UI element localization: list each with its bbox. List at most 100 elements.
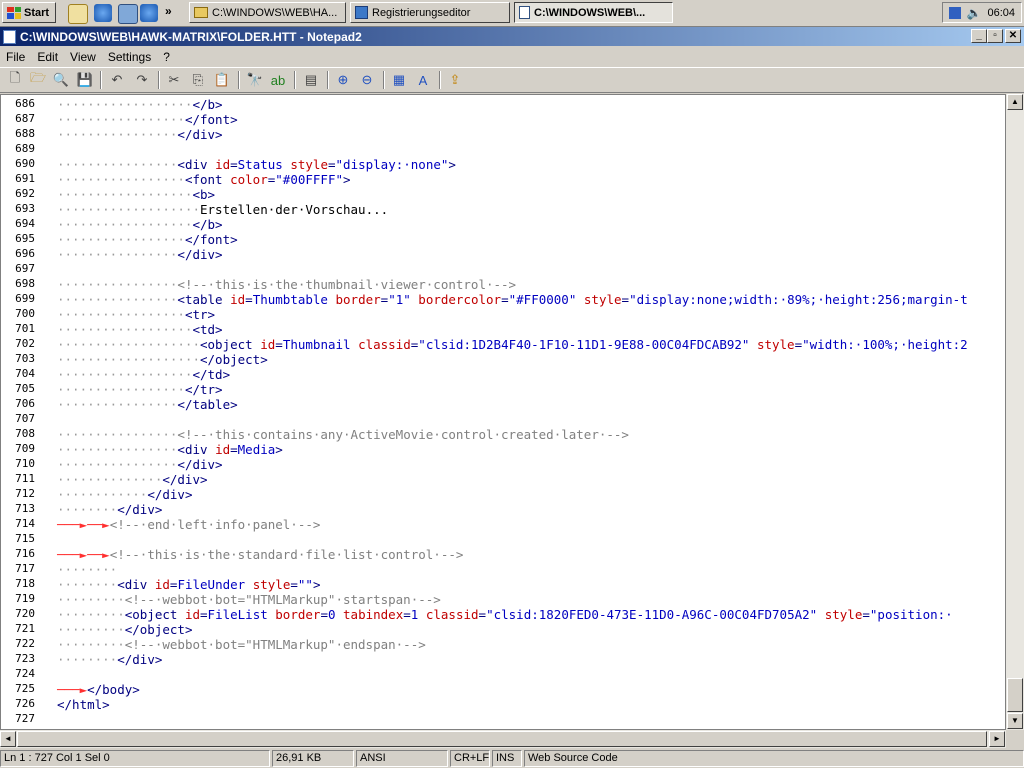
line-number: 712 [15,487,35,500]
code-line[interactable]: ··············</div> [57,472,208,487]
save-icon[interactable]: 💾 [76,71,94,89]
task-button-regedit[interactable]: Registrierungseditor [350,2,510,23]
code-line[interactable]: ················<div id=Media> [57,442,283,457]
copy-icon[interactable]: ⎘ [189,71,207,89]
close-button[interactable]: ✕ [1005,29,1021,43]
code-line[interactable]: ················<table id=Thumbtable bor… [57,292,968,307]
menu-edit[interactable]: Edit [31,50,64,64]
code-line[interactable]: ············</div> [57,487,192,502]
internet-explorer-icon[interactable] [94,4,112,22]
find-icon[interactable]: 🔭 [246,71,264,89]
status-scheme[interactable]: Web Source Code [524,750,1024,767]
quick-launch-more[interactable]: » [165,4,172,18]
window-titlebar[interactable]: C:\WINDOWS\WEB\HAWK-MATRIX\FOLDER.HTT - … [0,27,1024,46]
volume-icon[interactable]: 🔈 [967,6,982,20]
undo-icon[interactable]: ↶ [108,71,126,89]
horizontal-scroll-thumb[interactable] [17,731,987,747]
code-line[interactable]: ········</div> [57,502,162,517]
code-line[interactable]: ··················</td> [57,367,230,382]
cut-icon[interactable]: ✂ [165,71,183,89]
code-line[interactable]: ···················Erstellen·der·Vorscha… [57,202,388,217]
browser-icon[interactable] [140,4,158,22]
line-number: 690 [15,157,35,170]
code-line[interactable]: ·················</font> [57,112,238,127]
status-line-endings[interactable]: CR+LF [450,750,490,767]
code-line[interactable]: ·········<object id=FileList border=0 ta… [57,607,953,622]
line-number: 709 [15,442,35,455]
code-token-cmt: <!--·this·is·the·standard·file·list·cont… [109,547,464,562]
code-token-val: Media [237,442,276,457]
line-number: 725 [15,682,35,695]
scroll-left-button[interactable]: ◄ [0,731,16,747]
scheme-icon[interactable]: ▦ [390,71,408,89]
code-line[interactable]: ··················</b> [57,97,223,112]
zoom-out-icon[interactable]: ⊖ [358,71,376,89]
notepad2-icon[interactable] [3,29,16,44]
status-encoding[interactable]: ANSI [356,750,448,767]
code-line[interactable]: ········<div id=FileUnder style=""> [57,577,320,592]
zoom-in-icon[interactable]: ⊕ [334,71,352,89]
code-line[interactable]: ───►──►<!--·this·is·the·standard·file·li… [57,547,463,562]
code-line[interactable]: ·········</object> [57,622,192,637]
code-line[interactable]: ················</div> [57,457,223,472]
menu-file[interactable]: File [0,50,31,64]
show-desktop-icon[interactable] [68,4,88,24]
code-token-val: "1" [388,292,419,307]
code-token-attr: color [230,172,268,187]
paste-icon[interactable]: 📋 [213,71,231,89]
code-line[interactable]: ················</table> [57,397,238,412]
line-number: 710 [15,457,35,470]
network-icon[interactable] [948,6,961,19]
code-line[interactable]: ················<div id=Status style="di… [57,157,456,172]
scroll-up-button[interactable]: ▲ [1007,94,1023,110]
whitespace-marker: ·················· [57,217,193,232]
line-number: 705 [15,382,35,395]
code-editor[interactable]: 686 687 688 689 690 691 692 693 694 695 696 697 698 6… [0,94,1006,730]
code-token-tag: </b> [192,97,223,112]
code-line[interactable]: ··················<td> [57,322,223,337]
menu-help[interactable]: ? [157,50,176,64]
vertical-scroll-thumb[interactable] [1007,678,1023,712]
scroll-down-button[interactable]: ▼ [1007,713,1023,729]
code-line[interactable]: ········</div> [57,652,162,667]
code-line[interactable]: ·········<!--·webbot·bot="HTMLMarkup"·en… [57,637,426,652]
code-line[interactable]: ········ [57,562,117,577]
start-button[interactable]: Start [2,2,56,23]
code-line[interactable]: ·········<!--·webbot·bot="HTMLMarkup"·st… [57,592,441,607]
replace-icon[interactable]: ab [269,71,287,89]
maximize-button[interactable]: ▫ [987,29,1003,43]
code-line[interactable]: ················<!--·this·contains·any·A… [57,427,629,442]
code-line[interactable]: ··················</b> [57,217,223,232]
word-wrap-icon[interactable]: ▤ [302,71,320,89]
code-line[interactable]: </html> [57,697,110,712]
code-line[interactable]: ───►──►<!--·end·left·info·panel·--> [57,517,320,532]
horizontal-scrollbar[interactable]: ◄ ► [0,730,1006,748]
whitespace-marker: ················· [57,232,185,247]
code-line[interactable]: ···················</object> [57,352,268,367]
task-button-folder[interactable]: C:\WINDOWS\WEB\HA... [189,2,346,23]
code-line[interactable]: ················<!--·this·is·the·thumbna… [57,277,516,292]
open-file-icon[interactable]: 🗁 [29,70,47,89]
code-line[interactable]: ················</div> [57,247,223,262]
new-file-icon[interactable]: 🗋 [6,70,24,89]
font-icon[interactable]: A [414,71,432,89]
redo-icon[interactable]: ↷ [133,71,151,89]
code-line[interactable]: ·················<font color="#00FFFF"> [57,172,351,187]
code-line[interactable]: ·················</tr> [57,382,223,397]
menu-view[interactable]: View [64,50,102,64]
always-on-top-icon[interactable]: ⇪ [446,71,464,89]
code-line[interactable]: ·················</font> [57,232,238,247]
code-line[interactable]: ···················<object id=Thumbnail … [57,337,968,352]
menu-settings[interactable]: Settings [102,50,157,64]
scroll-right-button[interactable]: ► [989,731,1005,747]
task-button-notepad2[interactable]: C:\WINDOWS\WEB\... [514,2,673,23]
code-line[interactable]: ··················<b> [57,187,215,202]
outlook-express-icon[interactable] [118,4,138,24]
clock[interactable]: 06:04 [987,7,1015,19]
browse-icon[interactable]: 🔍 [52,71,70,89]
code-line[interactable]: ················</div> [57,127,223,142]
vertical-scrollbar[interactable]: ▲ ▼ [1006,94,1024,730]
code-line[interactable]: ·················<tr> [57,307,215,322]
code-line[interactable]: ───►</body> [57,682,140,697]
minimize-button[interactable]: _ [971,29,987,43]
